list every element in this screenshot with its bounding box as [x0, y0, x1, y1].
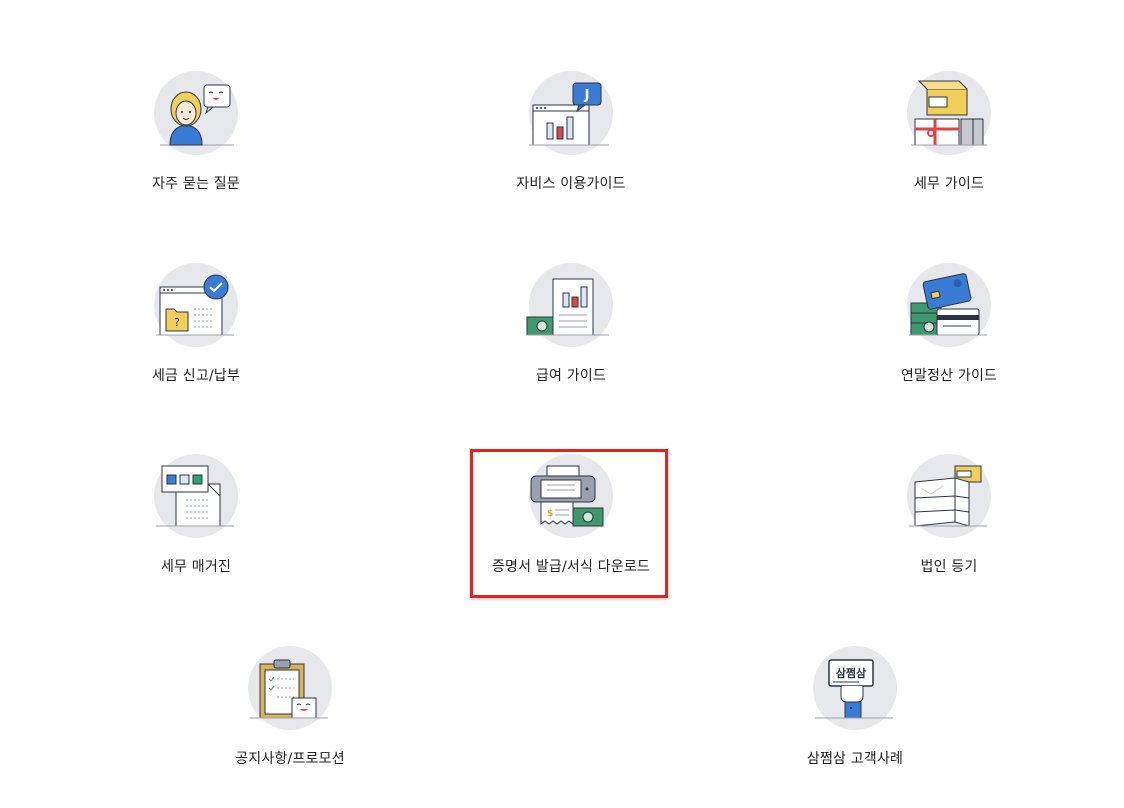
magazine-icon — [148, 454, 244, 540]
menu-item-label: 세금 신고/납부 — [151, 368, 241, 384]
faq-icon — [148, 71, 244, 157]
dollar-text: $ — [547, 509, 553, 519]
menu-item-label: 자비스 이용가이드 — [516, 176, 626, 192]
menu-item-label: 급여 가이드 — [535, 368, 607, 384]
menu-item-label: 삼쩜삼 고객사례 — [806, 751, 904, 767]
menu-item-samjjeomsam-cases[interactable]: 삼쩜삼 삼쩜삼 고객사례 — [755, 646, 955, 768]
menu-item-label: 증명서 발급/서식 다운로드 — [491, 559, 651, 575]
menu-item-tax-guide[interactable]: 세무 가이드 — [849, 71, 1049, 193]
gift-box-icon — [901, 71, 997, 157]
menu-item-label: 연말정산 가이드 — [900, 368, 998, 384]
chart-window-icon: J — [523, 71, 619, 157]
menu-item-label: 자주 묻는 질문 — [152, 176, 240, 192]
menu-item-corporate-registration[interactable]: 법인 등기 — [849, 454, 1049, 576]
samjjeomsam-sign-text: 삼쩜삼 — [836, 666, 866, 680]
menu-item-year-end-settlement[interactable]: 연말정산 가이드 — [849, 263, 1049, 385]
payroll-chart-icon — [523, 263, 619, 349]
menu-item-tax-filing[interactable]: ? 세금 신고/납부 — [96, 263, 296, 385]
folder-check-icon: ? — [148, 263, 244, 349]
menu-item-faq[interactable]: 자주 묻는 질문 — [96, 71, 296, 193]
menu-item-label: 세무 매거진 — [160, 559, 232, 575]
menu-item-jarvis-guide[interactable]: J 자비스 이용가이드 — [471, 71, 671, 193]
receipt-print-icon: $ — [523, 454, 619, 540]
menu-item-notice-promotion[interactable]: 공지사항/프로모션 — [190, 646, 390, 768]
svg-text:?: ? — [174, 316, 180, 329]
menu-item-certificate-download[interactable]: $ 증명서 발급/서식 다운로드 — [471, 454, 671, 576]
sign-holding-icon: 삼쩜삼 — [807, 646, 903, 732]
menu-item-label: 세무 가이드 — [913, 176, 985, 192]
menu-item-tax-magazine[interactable]: 세무 매거진 — [96, 454, 296, 576]
menu-item-payroll-guide[interactable]: 급여 가이드 — [471, 263, 671, 385]
folded-document-icon — [901, 454, 997, 540]
menu-item-label: 법인 등기 — [920, 559, 978, 575]
jarvis-badge-text: J — [584, 88, 590, 103]
clipboard-icon — [242, 646, 338, 732]
credit-card-icon — [901, 263, 997, 349]
menu-item-label: 공지사항/프로모션 — [235, 751, 345, 767]
